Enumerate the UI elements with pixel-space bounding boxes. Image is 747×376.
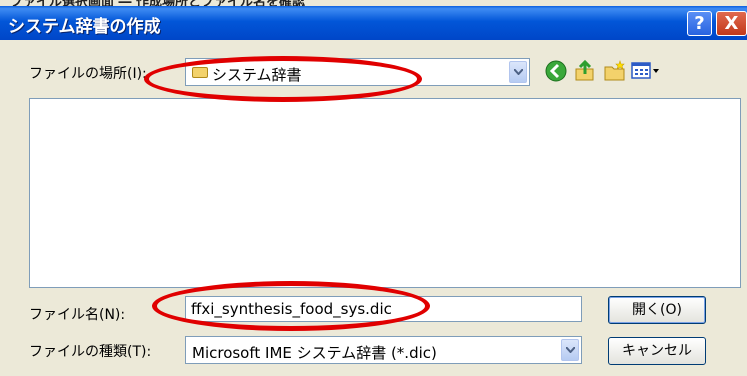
title-bar: システム辞書の作成 ? X [0, 6, 747, 40]
open-button[interactable]: 開く(O) [608, 296, 706, 324]
filetype-value: Microsoft IME システム辞書 (*.dic) [192, 344, 437, 362]
filename-label: ファイル名(N): [29, 307, 126, 323]
chevron-down-icon[interactable] [561, 339, 579, 361]
highlight-oval-filename [152, 281, 430, 331]
window-title: システム辞書の作成 [8, 17, 161, 37]
up-folder-icon[interactable] [573, 59, 597, 83]
help-button[interactable]: ? [687, 11, 712, 36]
filetype-combo[interactable]: Microsoft IME システム辞書 (*.dic) [185, 336, 582, 364]
look-in-label: ファイルの場所(I): [29, 66, 147, 82]
close-button[interactable]: X [716, 11, 747, 36]
view-menu-icon[interactable] [631, 59, 661, 83]
highlight-oval-look-in [144, 56, 422, 102]
new-folder-icon[interactable] [603, 59, 627, 83]
chevron-down-icon[interactable] [509, 61, 527, 83]
back-icon[interactable] [544, 59, 568, 83]
cancel-button[interactable]: キャンセル [608, 337, 706, 365]
file-list[interactable] [29, 98, 741, 288]
filetype-label: ファイルの種類(T): [29, 344, 152, 360]
